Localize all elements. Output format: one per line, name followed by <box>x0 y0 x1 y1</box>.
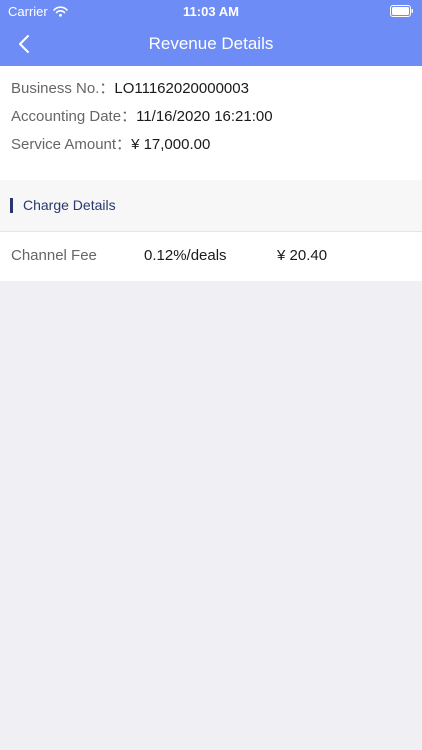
status-time: 11:03 AM <box>183 4 239 19</box>
revenue-summary: Business No.：LO11162020000003 Accounting… <box>0 66 422 180</box>
nav-bar: Revenue Details <box>0 22 422 66</box>
charge-details-header: Charge Details <box>0 180 422 231</box>
page-title: Revenue Details <box>148 34 274 53</box>
status-bar: Carrier 11:03 AM <box>0 0 422 22</box>
business-no-label: Business No.： <box>11 80 115 97</box>
accounting-date-row: Accounting Date：11/16/2020 16:21:00 <box>11 107 273 127</box>
list-item: Channel Fee 0.12%/deals ¥ 20.40 <box>0 232 422 281</box>
chevron-left-icon <box>19 35 29 53</box>
service-amount-label: Service Amount： <box>11 136 132 153</box>
charge-amount: ¥ 20.40 <box>277 247 328 264</box>
app-header: Carrier 11:03 AM Revenue Details <box>0 0 422 66</box>
accounting-date-label: Accounting Date： <box>11 108 137 125</box>
service-amount-row: Service Amount：¥ 17,000.00 <box>11 135 210 155</box>
business-no-value: LO11162020000003 <box>114 80 249 97</box>
section-marker <box>10 198 13 213</box>
battery-icon <box>390 5 413 17</box>
accounting-date-value: 11/16/2020 16:21:00 <box>136 108 273 125</box>
charge-rate: 0.12%/deals <box>144 247 227 264</box>
charge-name: Channel Fee <box>11 247 97 264</box>
back-button[interactable] <box>4 22 44 66</box>
service-amount-value: ¥ 17,000.00 <box>131 136 211 153</box>
business-no-row: Business No.：LO11162020000003 <box>11 79 249 99</box>
section-title: Charge Details <box>23 197 116 213</box>
